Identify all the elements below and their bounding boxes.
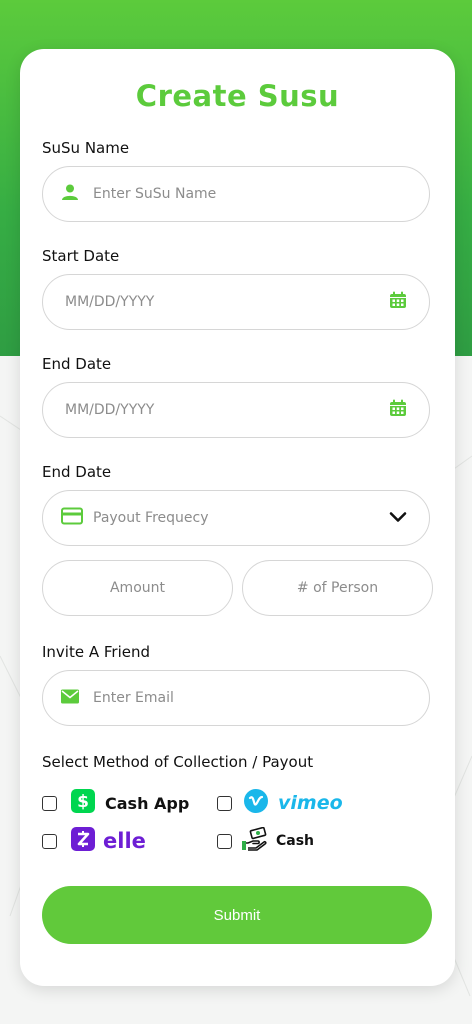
cash-app-checkbox[interactable]	[42, 795, 57, 811]
cash-app-label: Cash App	[105, 793, 190, 813]
cash-hand-icon	[242, 826, 268, 855]
amount-input[interactable]: Amount	[42, 560, 233, 616]
start-date-placeholder: MM/DD/YYYY	[65, 294, 155, 310]
mail-icon	[61, 689, 79, 708]
invite-email-placeholder: Enter Email	[93, 690, 174, 706]
amount-placeholder: Amount	[109, 580, 165, 596]
payout-frequency-select[interactable]: Payout Frequecy	[42, 490, 430, 546]
payout-frequency-label: End Date	[42, 463, 112, 481]
zelle-icon	[71, 827, 95, 855]
calendar-icon[interactable]	[389, 291, 407, 313]
calendar-icon[interactable]	[389, 399, 407, 421]
method-option-vimeo[interactable]: vimeo	[217, 789, 343, 817]
create-susu-card: Create Susu SuSu Name Enter SuSu Name St…	[20, 49, 455, 986]
cash-app-icon: $	[71, 789, 95, 817]
method-option-cash-app[interactable]: $ Cash App	[42, 789, 189, 817]
susu-name-label: SuSu Name	[42, 139, 130, 157]
method-option-cash[interactable]: Cash	[217, 826, 315, 855]
cash-checkbox[interactable]	[217, 833, 232, 849]
end-date-input[interactable]: MM/DD/YYYY	[42, 382, 430, 438]
cash-label: Cash	[276, 833, 315, 849]
vimeo-checkbox[interactable]	[217, 795, 232, 811]
number-of-persons-input[interactable]: # of Person	[242, 560, 433, 616]
payout-frequency-placeholder: Payout Frequecy	[93, 510, 209, 526]
credit-card-icon	[61, 507, 83, 529]
vimeo-label: vimeo	[278, 792, 343, 814]
collection-method-label: Select Method of Collection / Payout	[42, 753, 314, 771]
susu-name-placeholder: Enter SuSu Name	[93, 186, 217, 202]
invite-email-input[interactable]: Enter Email	[42, 670, 430, 726]
zelle-label: elle	[103, 829, 146, 853]
start-date-input[interactable]: MM/DD/YYYY	[42, 274, 430, 330]
submit-button[interactable]: Submit	[42, 886, 432, 944]
susu-name-input[interactable]: Enter SuSu Name	[42, 166, 430, 222]
method-option-zelle[interactable]: elle	[42, 827, 146, 855]
zelle-checkbox[interactable]	[42, 833, 57, 849]
invite-friend-label: Invite A Friend	[42, 643, 151, 661]
page-title: Create Susu	[135, 79, 340, 113]
end-date-placeholder: MM/DD/YYYY	[65, 402, 155, 418]
end-date-label: End Date	[42, 355, 112, 373]
chevron-down-icon[interactable]	[389, 509, 407, 528]
vimeo-icon	[244, 789, 268, 817]
user-icon	[61, 183, 79, 205]
svg-text:$: $	[77, 792, 89, 812]
number-of-persons-placeholder: # of Person	[296, 580, 379, 596]
start-date-label: Start Date	[42, 247, 120, 265]
